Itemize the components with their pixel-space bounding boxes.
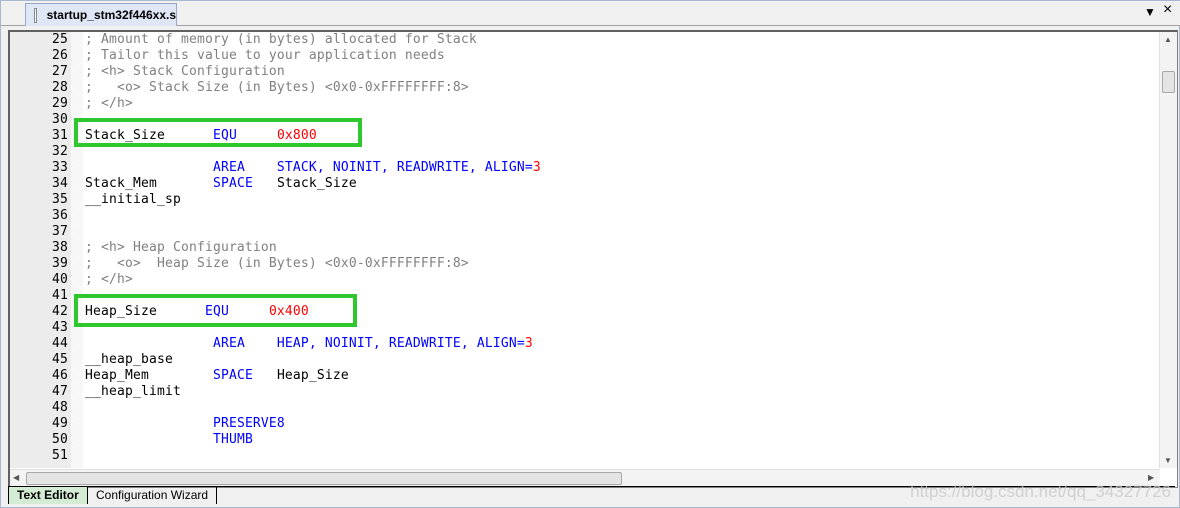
code-token: ; <h> Stack Configuration <box>85 64 285 79</box>
document-icon <box>34 7 37 23</box>
line-number: 29 <box>52 96 68 111</box>
code-token: ; <o> Heap Size (in Bytes) <0x0-0xFFFFFF… <box>85 256 469 271</box>
fold-margin <box>71 32 83 468</box>
line-text: ; Amount of memory (in bytes) allocated … <box>85 32 477 48</box>
line-number: 25 <box>52 32 68 47</box>
code-token: THUMB <box>212 432 253 447</box>
tab-text-editor[interactable]: Text Editor <box>8 487 88 504</box>
vertical-scrollbar[interactable]: ▲ ▼ <box>1159 32 1177 468</box>
code-token: Heap_Size <box>276 368 349 383</box>
code-token: AREA HEAP, NOINIT, READWRITE, ALIGN= <box>212 336 525 351</box>
line-number: 35 <box>52 192 68 207</box>
line-text: ; </h> <box>85 96 133 112</box>
code-token: __initial_sp <box>85 192 181 207</box>
code-token: __heap_limit <box>85 384 181 399</box>
line-text: __heap_limit <box>85 384 181 400</box>
line-number: 31 <box>52 128 68 143</box>
code-editor[interactable]: 25 ; Amount of memory (in bytes) allocate… <box>8 30 1178 488</box>
editor-window: startup_stm32f446xx.s ▼ × 25 ; Amount of … <box>0 0 1180 508</box>
code-token: ; <o> Stack Size (in Bytes) <0x0-0xFFFFF… <box>85 80 469 95</box>
line-number: 28 <box>52 80 68 95</box>
close-icon[interactable]: × <box>1163 1 1172 19</box>
line-number: 49 <box>52 416 68 431</box>
scroll-up-icon[interactable]: ▲ <box>1164 35 1172 44</box>
line-number: 44 <box>52 336 68 351</box>
line-text: ; </h> <box>85 272 133 288</box>
tab-configuration-wizard[interactable]: Configuration Wizard <box>88 487 218 504</box>
highlight-box-heap-size <box>74 294 357 327</box>
line-number: 32 <box>52 144 68 159</box>
line-text: ; <o> Stack Size (in Bytes) <0x0-0xFFFFF… <box>85 80 469 96</box>
line-text: __initial_sp <box>85 192 181 208</box>
code-token: AREA STACK, NOINIT, READWRITE, ALIGN= <box>212 160 533 175</box>
file-tab[interactable]: startup_stm32f446xx.s <box>25 3 177 26</box>
line-number: 41 <box>52 288 68 303</box>
code-token: 3 <box>532 160 541 175</box>
line-number: 51 <box>52 448 68 463</box>
code-token: ; Amount of memory (in bytes) allocated … <box>85 32 477 47</box>
scroll-down-icon[interactable]: ▼ <box>1164 456 1172 465</box>
line-text: ; <o> Heap Size (in Bytes) <0x0-0xFFFFFF… <box>85 256 469 272</box>
line-number: 42 <box>52 304 68 319</box>
code-token: ; </h> <box>85 272 133 287</box>
line-number: 33 <box>52 160 68 175</box>
horizontal-scroll-thumb[interactable] <box>26 472 622 485</box>
line-number: 46 <box>52 368 68 383</box>
line-text: Heap_Mem SPACE Heap_Size <box>85 368 349 384</box>
line-text: AREA STACK, NOINIT, READWRITE, ALIGN=3 <box>85 160 541 176</box>
line-number: 45 <box>52 352 68 367</box>
code-token: ; Tailor this value to your application … <box>85 48 445 63</box>
line-text: AREA HEAP, NOINIT, READWRITE, ALIGN=3 <box>85 336 533 352</box>
line-text: THUMB <box>85 432 253 448</box>
line-text: ; Tailor this value to your application … <box>85 48 445 64</box>
code-token: PRESERVE8 <box>212 416 285 431</box>
watermark: https://blog.csdn.net/qq_34327726 <box>910 482 1171 501</box>
tab-list-dropdown-icon[interactable]: ▼ <box>1144 5 1156 19</box>
line-number: 38 <box>52 240 68 255</box>
code-token: Stack_Mem <box>85 176 213 191</box>
scroll-right-icon[interactable]: ▶ <box>1148 473 1154 482</box>
line-text: PRESERVE8 <box>85 416 285 432</box>
line-number: 50 <box>52 432 68 447</box>
code-token: SPACE <box>212 176 277 191</box>
line-text: Stack_Mem SPACE Stack_Size <box>85 176 357 192</box>
line-number: 26 <box>52 48 68 63</box>
line-number: 47 <box>52 384 68 399</box>
highlight-box-stack-size <box>74 118 362 147</box>
code-token: Stack_Size <box>276 176 357 191</box>
scroll-left-icon[interactable]: ◀ <box>13 473 19 482</box>
code-token: Heap_Mem <box>85 368 213 383</box>
file-tab-title: startup_stm32f446xx.s <box>46 8 176 22</box>
line-number: 39 <box>52 256 68 271</box>
line-number: 40 <box>52 272 68 287</box>
line-number: 37 <box>52 224 68 239</box>
line-text: __heap_base <box>85 352 173 368</box>
code-token: __heap_base <box>85 352 173 367</box>
code-token: ; </h> <box>85 96 133 111</box>
file-tab-bar: startup_stm32f446xx.s ▼ × <box>1 1 1180 26</box>
code-token: SPACE <box>212 368 277 383</box>
line-number: 43 <box>52 320 68 335</box>
line-number: 34 <box>52 176 68 191</box>
code-token: 3 <box>524 336 533 351</box>
code-token: ; <h> Heap Configuration <box>85 240 277 255</box>
vertical-scroll-thumb[interactable] <box>1162 71 1175 93</box>
line-text: ; <h> Stack Configuration <box>85 64 285 80</box>
line-number: 27 <box>52 64 68 79</box>
line-number: 30 <box>52 112 68 127</box>
line-number: 36 <box>52 208 68 223</box>
line-number: 48 <box>52 400 68 415</box>
line-text: ; <h> Heap Configuration <box>85 240 277 256</box>
